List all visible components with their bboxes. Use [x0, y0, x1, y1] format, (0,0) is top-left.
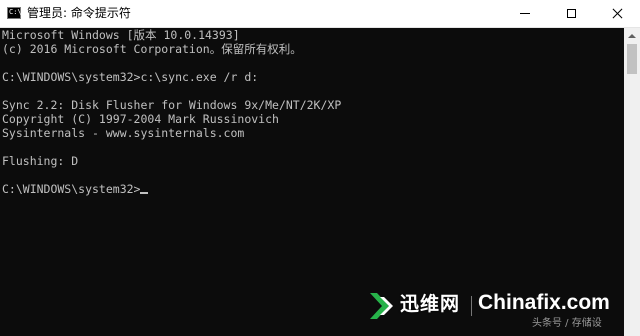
chinafix-logo-icon — [370, 293, 393, 319]
console-line: Microsoft Windows [版本 10.0.14393] — [2, 28, 240, 42]
window-title: 管理员: 命令提示符 — [27, 6, 131, 20]
console-line: (c) 2016 Microsoft Corporation。保留所有权利。 — [2, 42, 302, 56]
maximize-icon — [566, 9, 576, 18]
app-icon-text: C:\ — [9, 8, 22, 16]
minimize-button[interactable] — [502, 0, 548, 27]
close-icon — [612, 8, 623, 19]
title-bar[interactable]: C:\ 管理员: 命令提示符 — [0, 0, 640, 28]
console-line: C:\WINDOWS\system32>c:\sync.exe /r d: — [2, 70, 259, 84]
watermark-brand: 迅维网 — [400, 293, 461, 315]
console-line: Flushing: D — [2, 154, 79, 168]
console-line: Sysinternals - www.sysinternals.com — [2, 126, 245, 140]
cmd-app-icon[interactable]: C:\ — [7, 7, 22, 19]
command-prompt: C:\WINDOWS\system32> — [2, 182, 141, 196]
console-line: Copyright (C) 1997-2004 Mark Russinovich — [2, 112, 279, 126]
scroll-thumb[interactable] — [627, 44, 637, 74]
minimize-icon — [520, 13, 530, 14]
scroll-up-icon — [628, 34, 636, 38]
cmd-window: C:\ 管理员: 命令提示符 Microsoft Windows [版本 10.… — [0, 0, 640, 336]
maximize-button[interactable] — [548, 0, 594, 27]
text-cursor — [140, 192, 149, 194]
watermark-site: Chinafix.com — [478, 291, 610, 314]
scroll-up-button[interactable] — [624, 28, 640, 44]
console-line: Sync 2.2: Disk Flusher for Windows 9x/Me… — [2, 98, 342, 112]
close-button[interactable] — [594, 0, 640, 27]
watermark: 迅维网 Chinafix.com 头条号 / 存储设 — [360, 286, 630, 330]
command-prompt-line[interactable]: C:\WINDOWS\system32> — [2, 182, 149, 196]
watermark-divider — [471, 296, 472, 316]
watermark-subtitle: 头条号 / 存储设 — [532, 318, 602, 329]
